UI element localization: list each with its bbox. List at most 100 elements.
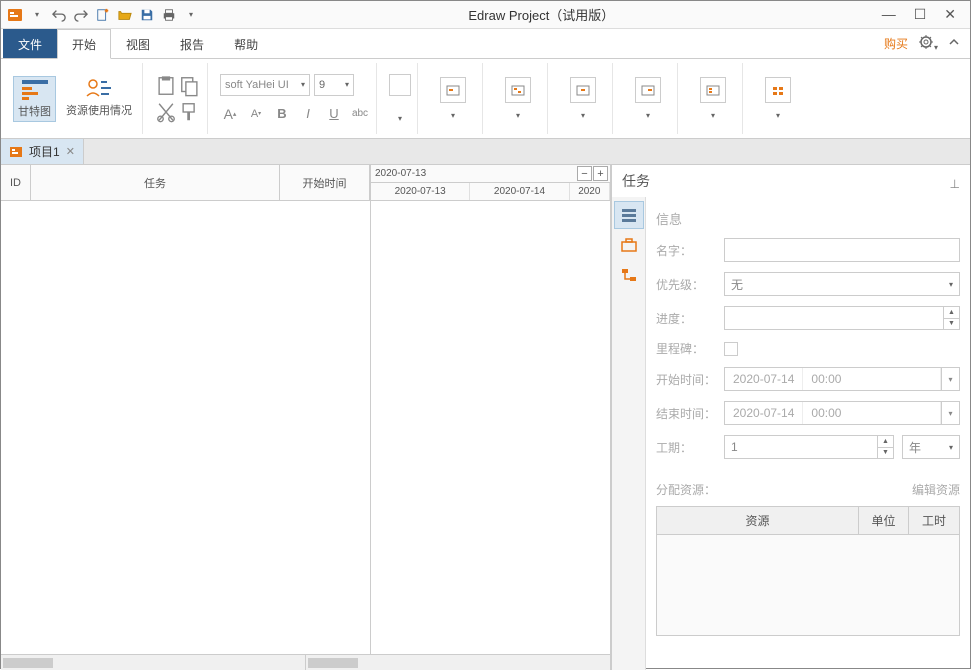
end-date-input[interactable]: 2020-07-14 00:00 ▾ (724, 401, 960, 425)
name-input[interactable] (724, 238, 960, 262)
col-start[interactable]: 开始时间 (280, 165, 370, 200)
horizontal-scrollbar[interactable] (1, 654, 611, 670)
menu-help[interactable]: 帮助 (219, 29, 273, 58)
timeline-body[interactable] (371, 201, 610, 654)
main-area: ID 任务 开始时间 2020-07-13 − + 2020-07-13 202… (1, 165, 970, 670)
redo-icon[interactable] (71, 5, 91, 25)
milestone-checkbox[interactable] (724, 342, 738, 356)
menu-view[interactable]: 视图 (111, 29, 165, 58)
timeline-date[interactable]: 2020-07-13 (371, 183, 470, 200)
minimize-icon[interactable]: — (882, 6, 896, 23)
maximize-icon[interactable]: ☐ (914, 6, 927, 23)
open-icon[interactable] (115, 5, 135, 25)
font-size-select[interactable]: 9▾ (314, 74, 354, 96)
timeline-date[interactable]: 2020-07-14 (470, 183, 569, 200)
ribbon-check-dropdown[interactable]: ▾ (398, 114, 402, 123)
progress-label: 进度： (656, 310, 716, 327)
timeline-range: 2020-07-13 (375, 168, 426, 179)
priority-select[interactable]: 无▾ (724, 272, 960, 296)
scroll-thumb[interactable] (3, 658, 53, 668)
panel-tab-link[interactable] (614, 261, 644, 289)
zoom-in-icon[interactable]: + (593, 166, 608, 181)
ribbon-task-btn-4[interactable]: ▾ (625, 77, 671, 120)
gantt-label: 甘特图 (18, 103, 51, 119)
menu-start[interactable]: 开始 (57, 29, 111, 59)
col-task[interactable]: 任务 (31, 165, 280, 200)
print-icon[interactable] (159, 5, 179, 25)
edit-resources-link[interactable]: 编辑资源 (912, 481, 960, 498)
bold-icon[interactable]: B (272, 104, 292, 124)
resources-table: 资源 单位 工时 (656, 506, 960, 636)
ribbon-task-btn-1[interactable]: ▾ (430, 77, 476, 120)
document-tabs: 项目1 ✕ (1, 139, 970, 165)
duration-label: 工期： (656, 439, 716, 456)
ribbon-task-btn-3[interactable]: ▾ (560, 77, 606, 120)
qat-more-icon[interactable]: ▾ (181, 5, 201, 25)
window-title: Edraw Project（试用版） (201, 5, 882, 24)
ribbon-task-btn-6[interactable]: ▾ (755, 77, 801, 120)
menu-file[interactable]: 文件 (3, 29, 57, 58)
cut-icon[interactable] (155, 101, 177, 123)
resource-usage-button[interactable]: 资源使用情况 (62, 76, 136, 122)
col-id[interactable]: ID (1, 165, 31, 200)
title-bar: ▾ ▾ Edraw Project（试用版） — ☐ ✕ (1, 1, 970, 29)
font-name-select[interactable]: soft YaHei UI▾ (220, 74, 310, 96)
save-icon[interactable] (137, 5, 157, 25)
ribbon-task-btn-5[interactable]: ▾ (690, 77, 736, 120)
duration-unit-select[interactable]: 年▾ (902, 435, 960, 459)
menu-report[interactable]: 报告 (165, 29, 219, 58)
spin-up-icon[interactable]: ▲ (878, 436, 893, 448)
timeline-date[interactable]: 2020 (570, 183, 610, 200)
spin-up-icon[interactable]: ▲ (944, 307, 959, 319)
panel-body: 信息 名字： 优先级： 无▾ 进度： ▲▼ (646, 197, 970, 670)
decrease-font-icon[interactable]: A▾ (246, 104, 266, 124)
grid-body[interactable] (1, 201, 370, 654)
zoom-out-icon[interactable]: − (577, 166, 592, 181)
start-date-input[interactable]: 2020-07-14 00:00 ▾ (724, 367, 960, 391)
task-grid: ID 任务 开始时间 (1, 165, 371, 654)
resources-table-body[interactable] (657, 535, 959, 635)
doc-tab-close-icon[interactable]: ✕ (66, 145, 75, 158)
start-label: 开始时间： (656, 371, 716, 388)
panel-tab-briefcase[interactable] (614, 231, 644, 259)
paste-icon[interactable] (155, 75, 177, 97)
ribbon-group-view: 甘特图 资源使用情况 (7, 63, 143, 134)
underline-icon[interactable]: U (324, 104, 344, 124)
dropdown-icon[interactable]: ▾ (941, 368, 959, 390)
close-icon[interactable]: ✕ (944, 6, 956, 23)
info-section: 信息 (656, 209, 960, 228)
ribbon-group-task6: ▾ (749, 63, 807, 134)
qat-dropdown-icon[interactable]: ▾ (27, 5, 47, 25)
app-icon[interactable] (5, 5, 25, 25)
name-label: 名字： (656, 242, 716, 259)
settings-icon[interactable]: ▾ (918, 34, 938, 53)
buy-link[interactable]: 购买 (884, 35, 908, 52)
ribbon-checkbox[interactable] (389, 74, 411, 96)
dropdown-icon[interactable]: ▾ (941, 402, 959, 424)
milestone-label: 里程碑： (656, 340, 716, 357)
increase-font-icon[interactable]: A▴ (220, 104, 240, 124)
italic-icon[interactable]: I (298, 104, 318, 124)
collapse-ribbon-icon[interactable] (948, 36, 960, 51)
res-col-resource[interactable]: 资源 (657, 507, 859, 534)
pin-icon[interactable]: ⊥ (950, 177, 960, 191)
undo-icon[interactable] (49, 5, 69, 25)
spin-down-icon[interactable]: ▼ (944, 319, 959, 330)
format-painter-icon[interactable] (179, 101, 201, 123)
progress-input[interactable]: ▲▼ (724, 306, 960, 330)
ribbon: 甘特图 资源使用情况 soft YaHei UI▾ 9▾ (1, 59, 970, 139)
ribbon-task-btn-2[interactable]: ▾ (495, 77, 541, 120)
gantt-view-button[interactable]: 甘特图 (13, 76, 56, 122)
scroll-thumb[interactable] (308, 658, 358, 668)
ribbon-group-task5: ▾ (684, 63, 743, 134)
spin-down-icon[interactable]: ▼ (878, 448, 893, 459)
copy-icon[interactable] (179, 75, 201, 97)
res-col-hours[interactable]: 工时 (909, 507, 959, 534)
new-file-icon[interactable] (93, 5, 113, 25)
duration-input[interactable]: 1 ▲▼ (724, 435, 894, 459)
strikethrough-icon[interactable]: abc (350, 104, 370, 124)
document-tab-1[interactable]: 项目1 ✕ (1, 139, 84, 164)
res-col-unit[interactable]: 单位 (859, 507, 909, 534)
ribbon-group-clipboard (149, 63, 208, 134)
panel-tab-info[interactable] (614, 201, 644, 229)
